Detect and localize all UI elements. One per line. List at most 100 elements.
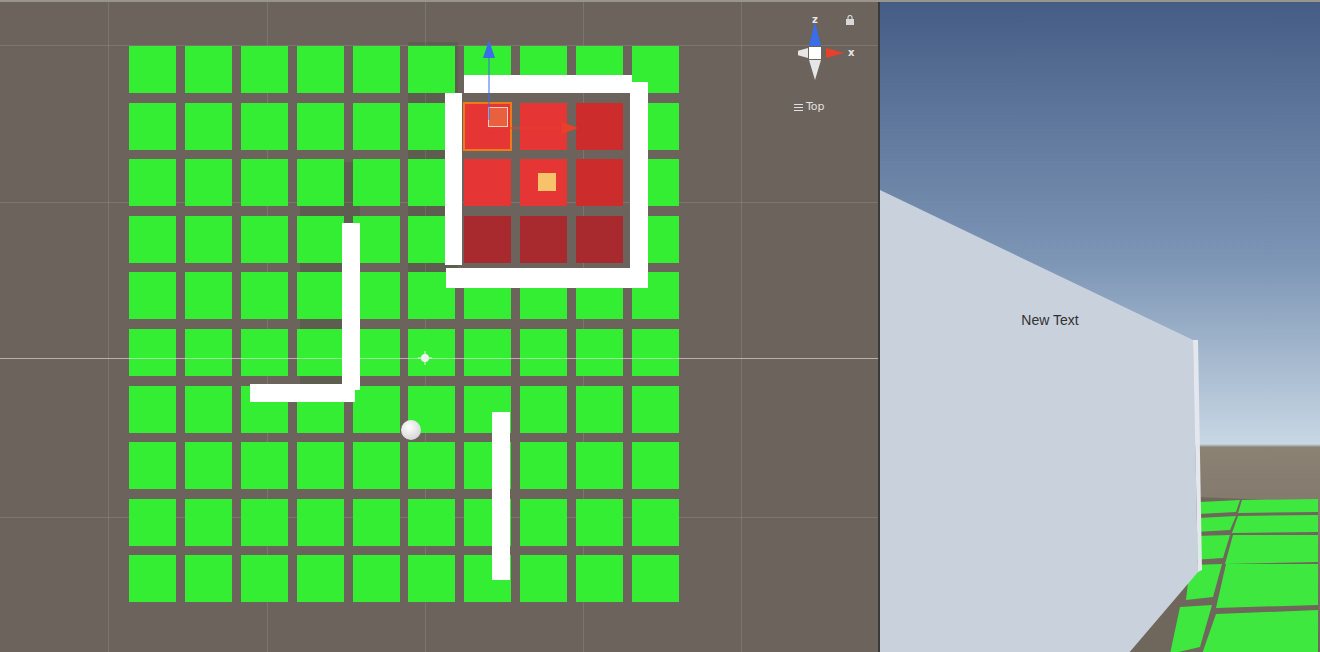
floor-tile[interactable] bbox=[129, 386, 176, 433]
floor-tile[interactable] bbox=[129, 103, 176, 150]
floor-tile[interactable] bbox=[353, 442, 400, 489]
floor-tile[interactable] bbox=[185, 329, 232, 376]
floor-tile[interactable] bbox=[576, 386, 623, 433]
floor-tile[interactable] bbox=[241, 216, 288, 263]
x-axis-label: x bbox=[848, 48, 854, 58]
lock-icon[interactable] bbox=[845, 15, 855, 25]
floor-tile[interactable] bbox=[464, 159, 511, 206]
floor-tile[interactable] bbox=[241, 499, 288, 546]
floor-tile[interactable] bbox=[129, 499, 176, 546]
floor-tile[interactable] bbox=[129, 216, 176, 263]
scene-view[interactable]: z x Top bbox=[0, 2, 880, 652]
floor-tile[interactable] bbox=[353, 46, 400, 93]
floor-tile[interactable] bbox=[185, 103, 232, 150]
wall[interactable] bbox=[445, 93, 462, 265]
floor-tile[interactable] bbox=[297, 103, 344, 150]
floor-tile[interactable] bbox=[520, 555, 567, 602]
floor-tile[interactable] bbox=[241, 329, 288, 376]
floor-tile[interactable] bbox=[520, 386, 567, 433]
floor-tile[interactable] bbox=[185, 386, 232, 433]
floor-tile[interactable] bbox=[185, 499, 232, 546]
axis-line bbox=[0, 358, 878, 359]
floor-tile[interactable] bbox=[632, 386, 679, 433]
z-axis-label: z bbox=[812, 15, 818, 25]
floor-tile[interactable] bbox=[408, 442, 455, 489]
wall[interactable] bbox=[446, 268, 644, 288]
floor-tile[interactable] bbox=[129, 442, 176, 489]
floor-tile[interactable] bbox=[241, 272, 288, 319]
floor-tile[interactable] bbox=[464, 216, 511, 263]
floor-tile[interactable] bbox=[353, 555, 400, 602]
floor-tile[interactable] bbox=[520, 216, 567, 263]
wall[interactable] bbox=[342, 223, 360, 390]
floor-tile[interactable] bbox=[185, 272, 232, 319]
floor-grid bbox=[129, 46, 679, 602]
floor-tile[interactable] bbox=[241, 555, 288, 602]
floor-tile[interactable] bbox=[185, 46, 232, 93]
floor-tile[interactable] bbox=[353, 103, 400, 150]
pivot-marker bbox=[488, 107, 508, 127]
floor-tile[interactable] bbox=[129, 555, 176, 602]
transform-handles-icon bbox=[0, 2, 880, 652]
floor-tile[interactable] bbox=[576, 329, 623, 376]
axis-gizmo-icon bbox=[798, 10, 868, 90]
floor-tile[interactable] bbox=[297, 329, 344, 376]
floor-tile[interactable] bbox=[185, 216, 232, 263]
wall[interactable] bbox=[464, 75, 632, 93]
floor-tile[interactable] bbox=[408, 329, 455, 376]
floor-tile[interactable] bbox=[185, 442, 232, 489]
floor-tile[interactable] bbox=[353, 499, 400, 546]
floor-tile[interactable] bbox=[297, 442, 344, 489]
floor-tile[interactable] bbox=[576, 555, 623, 602]
floor-tile[interactable] bbox=[297, 216, 344, 263]
floor-tile[interactable] bbox=[129, 272, 176, 319]
floor-tile[interactable] bbox=[297, 46, 344, 93]
floor-tile[interactable] bbox=[241, 46, 288, 93]
grid-line bbox=[108, 2, 109, 652]
floor-tile[interactable] bbox=[520, 499, 567, 546]
game-view[interactable]: New Text bbox=[880, 2, 1320, 652]
pickup[interactable] bbox=[538, 173, 556, 191]
grid-line bbox=[741, 2, 742, 652]
floor-tile[interactable] bbox=[632, 555, 679, 602]
wall[interactable] bbox=[492, 412, 510, 580]
floor-tile[interactable] bbox=[297, 159, 344, 206]
floor-tile[interactable] bbox=[297, 272, 344, 319]
player-ball[interactable] bbox=[401, 420, 421, 440]
wall[interactable] bbox=[630, 82, 648, 288]
floor-tile[interactable] bbox=[520, 103, 567, 150]
floor-tile[interactable] bbox=[464, 329, 511, 376]
ui-text: New Text bbox=[1000, 310, 1100, 330]
floor-tile[interactable] bbox=[520, 329, 567, 376]
floor-tile[interactable] bbox=[520, 442, 567, 489]
floor-tile[interactable] bbox=[129, 159, 176, 206]
floor-tile[interactable] bbox=[408, 499, 455, 546]
floor-tile[interactable] bbox=[129, 329, 176, 376]
floor-tile[interactable] bbox=[241, 442, 288, 489]
orientation-gizmo[interactable]: zxTop bbox=[798, 10, 868, 114]
floor-tile[interactable] bbox=[576, 442, 623, 489]
floor-tile[interactable] bbox=[129, 46, 176, 93]
menu-icon bbox=[794, 103, 803, 111]
floor-tile[interactable] bbox=[464, 103, 511, 150]
view-mode-label[interactable]: Top bbox=[792, 99, 827, 114]
floor-tile[interactable] bbox=[408, 555, 455, 602]
floor-tile[interactable] bbox=[185, 159, 232, 206]
floor-tile[interactable] bbox=[632, 499, 679, 546]
floor-tile[interactable] bbox=[297, 555, 344, 602]
floor-tile[interactable] bbox=[353, 386, 400, 433]
floor-tile[interactable] bbox=[241, 159, 288, 206]
floor-tile[interactable] bbox=[632, 329, 679, 376]
floor-tile[interactable] bbox=[241, 103, 288, 150]
floor-tile[interactable] bbox=[408, 46, 455, 93]
floor-tile[interactable] bbox=[576, 216, 623, 263]
floor-tile[interactable] bbox=[297, 499, 344, 546]
floor-tile[interactable] bbox=[185, 555, 232, 602]
wall[interactable] bbox=[250, 384, 355, 402]
floor-tile[interactable] bbox=[576, 159, 623, 206]
floor-tile[interactable] bbox=[632, 442, 679, 489]
floor-tile[interactable] bbox=[353, 159, 400, 206]
floor-tile[interactable] bbox=[576, 103, 623, 150]
game-render-icon bbox=[880, 2, 1318, 652]
floor-tile[interactable] bbox=[576, 499, 623, 546]
